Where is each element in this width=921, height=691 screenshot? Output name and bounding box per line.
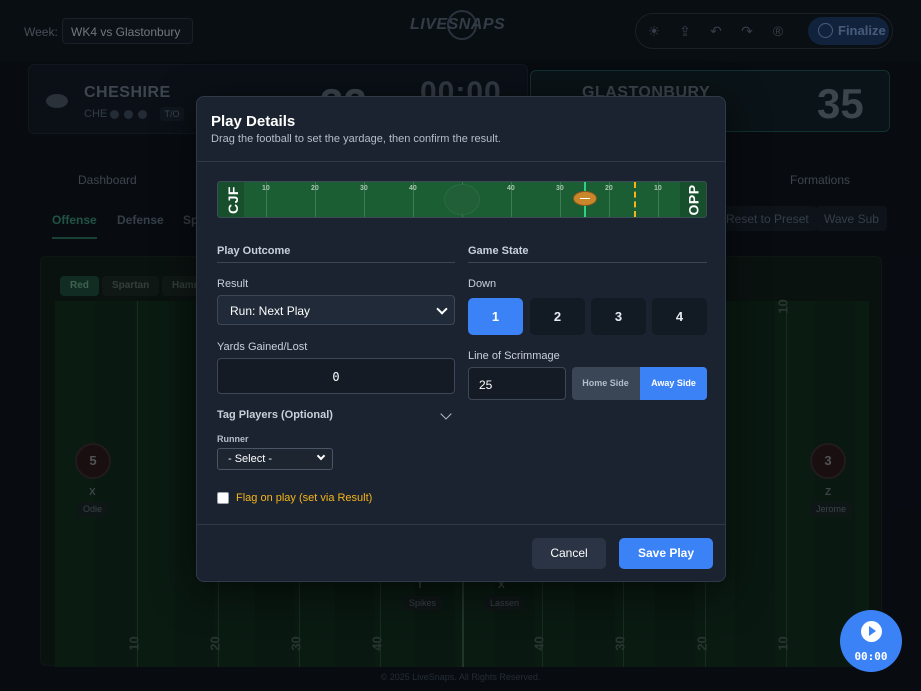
play-details-modal: Play Details Drag the football to set th… bbox=[196, 96, 726, 582]
los-label: Line of Scrimmage bbox=[468, 350, 560, 362]
yard-number: 40 bbox=[507, 185, 515, 192]
yards-label: Yards Gained/Lost bbox=[217, 341, 308, 353]
tag-players-heading[interactable]: Tag Players (Optional) bbox=[217, 409, 333, 421]
cancel-button[interactable]: Cancel bbox=[532, 538, 606, 569]
left-endzone: CJF bbox=[218, 182, 244, 217]
fab-clock: 00:00 bbox=[854, 650, 888, 663]
yard-number: 30 bbox=[360, 185, 368, 192]
yard-number: 10 bbox=[654, 185, 662, 192]
chevron-down-icon bbox=[316, 451, 326, 461]
midfield-logo-icon bbox=[444, 184, 480, 215]
first-down-marker bbox=[634, 182, 636, 217]
divider bbox=[217, 262, 455, 263]
yard-number: 20 bbox=[605, 185, 613, 192]
yard-number: 30 bbox=[556, 185, 564, 192]
result-select-value: Run: Next Play bbox=[230, 304, 311, 318]
runner-select[interactable]: - Select - bbox=[217, 448, 333, 470]
down-label: Down bbox=[468, 278, 497, 290]
draggable-football-icon[interactable] bbox=[573, 191, 597, 206]
flag-label[interactable]: Flag on play (set via Result) bbox=[236, 492, 372, 504]
chevron-down-icon bbox=[436, 303, 448, 315]
play-outcome-heading: Play Outcome bbox=[217, 245, 291, 257]
yard-number: 20 bbox=[311, 185, 319, 192]
result-label: Result bbox=[217, 278, 249, 290]
yard-number: 10 bbox=[262, 185, 270, 192]
result-select[interactable]: Run: Next Play bbox=[217, 295, 455, 325]
flag-checkbox[interactable] bbox=[217, 492, 229, 504]
runner-label: Runner bbox=[217, 434, 249, 444]
clock-fab-button[interactable]: 00:00 bbox=[840, 610, 902, 672]
runner-select-value: - Select - bbox=[228, 453, 273, 465]
divider bbox=[197, 161, 725, 162]
save-play-button[interactable]: Save Play bbox=[619, 538, 713, 569]
divider bbox=[468, 262, 707, 263]
game-state-heading: Game State bbox=[468, 245, 529, 257]
yards-input[interactable]: 0 bbox=[217, 358, 455, 394]
side-toggle: Home Side Away Side bbox=[572, 367, 707, 400]
down-button-2[interactable]: 2 bbox=[530, 298, 585, 335]
endzone-label: OPP bbox=[685, 184, 702, 216]
endzone-label: CJF bbox=[224, 186, 241, 214]
yard-number: 40 bbox=[409, 185, 417, 192]
away-side-option[interactable]: Away Side bbox=[640, 367, 707, 400]
chevron-down-icon[interactable] bbox=[440, 408, 452, 420]
home-side-option[interactable]: Home Side bbox=[572, 367, 639, 400]
modal-subtitle: Drag the football to set the yardage, th… bbox=[211, 133, 501, 145]
play-icon bbox=[861, 621, 882, 642]
down-button-3[interactable]: 3 bbox=[591, 298, 646, 335]
line-of-scrimmage-input[interactable]: 25 bbox=[468, 367, 566, 400]
right-endzone: OPP bbox=[680, 182, 706, 217]
divider bbox=[197, 524, 725, 525]
modal-title: Play Details bbox=[211, 113, 296, 130]
down-button-4[interactable]: 4 bbox=[652, 298, 707, 335]
yardage-field[interactable]: CJF OPP 10 20 30 40 40 30 20 10 bbox=[217, 181, 707, 218]
down-button-1[interactable]: 1 bbox=[468, 298, 523, 335]
